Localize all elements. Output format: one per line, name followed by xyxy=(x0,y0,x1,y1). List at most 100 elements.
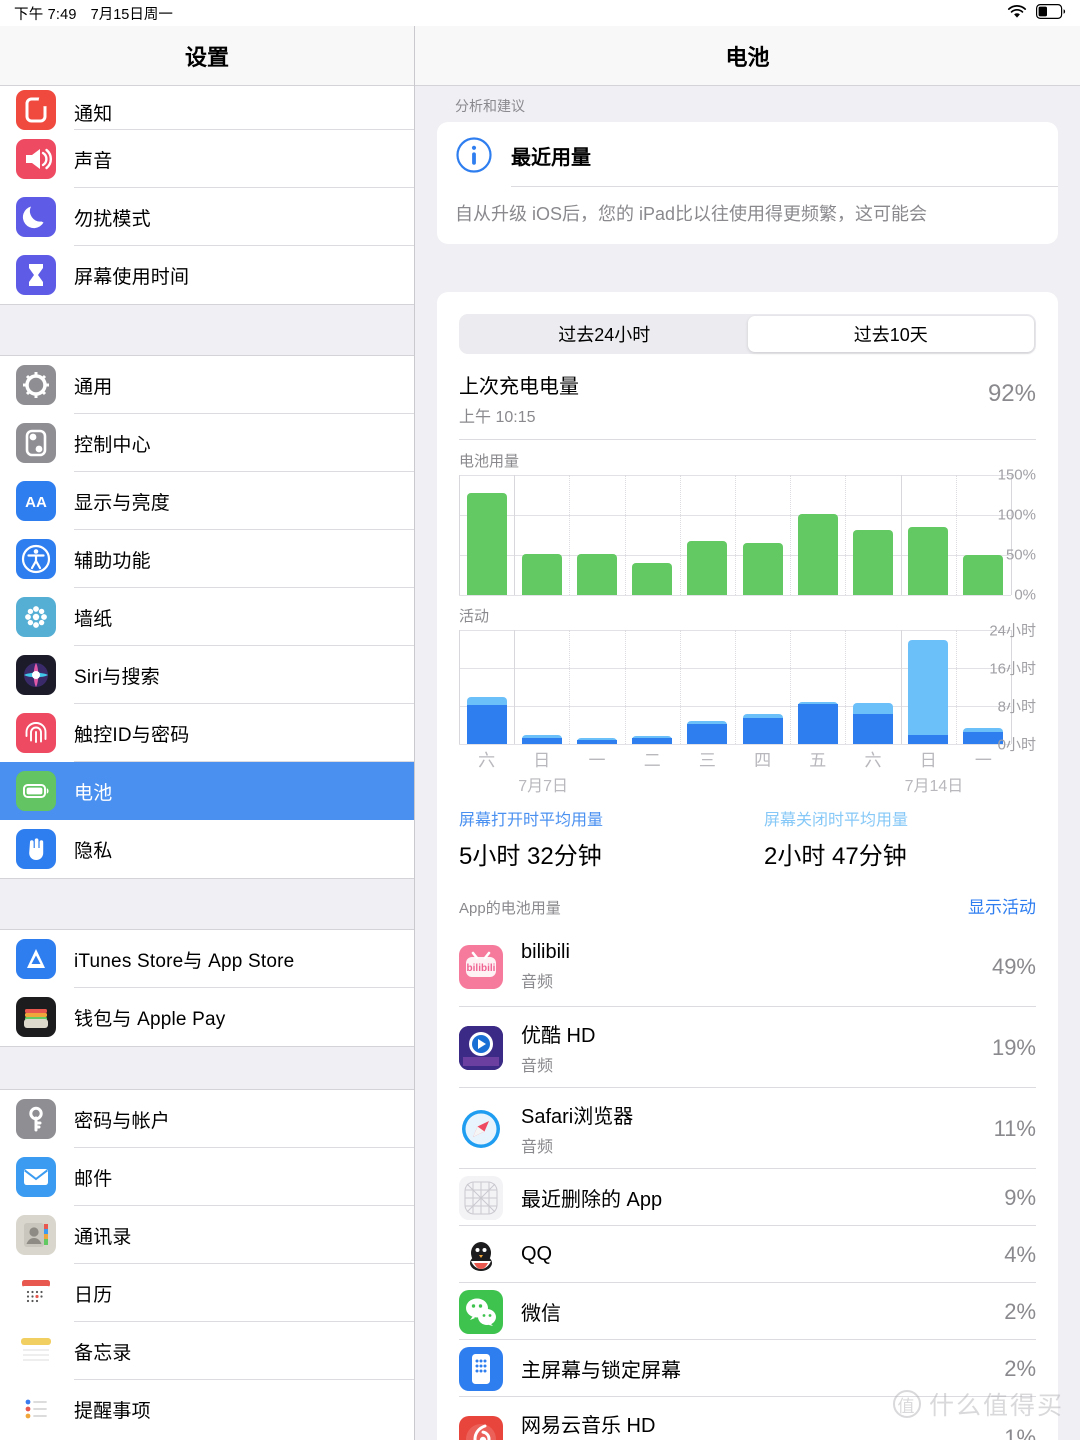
app-battery-percent: 9% xyxy=(1004,1184,1036,1210)
sidebar-title: 设置 xyxy=(0,26,414,86)
last-charge-row: 上次充电电量 上午 10:15 92% xyxy=(437,354,1058,439)
time-range-segmented-control[interactable]: 过去24小时 过去10天 xyxy=(459,314,1036,355)
x-tick-label: 日 xyxy=(919,751,937,771)
app-battery-percent: 19% xyxy=(991,1034,1036,1060)
battery-icon xyxy=(1036,4,1066,22)
battery-detail-pane[interactable]: 电池 分析和建议 最近用量 自从升级 iOS后，您的 iPad比以往使用得更频繁… xyxy=(415,26,1080,1440)
app-usage-row[interactable]: 优酷 HD 音频 19% xyxy=(437,1007,1058,1089)
sidebar-item-passwords-accounts[interactable]: 密码与帐户 xyxy=(0,1090,414,1148)
sidebar-item-wallpaper[interactable]: 墙纸 xyxy=(0,588,414,646)
sidebar-item-contacts[interactable]: 通讯录 xyxy=(0,1206,414,1264)
wifi-icon xyxy=(1007,4,1027,22)
info-circle-icon xyxy=(455,136,493,174)
safari-icon xyxy=(459,1106,503,1151)
average-usage-1: 屏幕关闭时平均用量 2小时 47分钟 xyxy=(764,806,1058,871)
activity-chart-y-axis: 24小时 16小时 8小时 0小时 xyxy=(978,623,1036,754)
sidebar-item-display-brightness[interactable]: AA 显示与亮度 xyxy=(0,472,414,530)
sidebar-item-label: 通用 xyxy=(74,376,113,398)
mail-icon xyxy=(16,1157,56,1197)
deleted-apps-icon xyxy=(459,1175,503,1220)
sidebar-item-touch-id[interactable]: 触控ID与密码 xyxy=(0,704,414,762)
sidebar-item-label: 通知 xyxy=(74,104,113,125)
app-name: 主屏幕与锁定屏幕 xyxy=(521,1360,681,1383)
app-usage-row[interactable]: 主屏幕与锁定屏幕 2% xyxy=(437,1340,1058,1398)
app-usage-list[interactable]: bilibili bilibili 音频 49% 优酷 HD 音频 19% Safari浏览器… xyxy=(437,926,1058,1440)
battery-card[interactable]: 过去24小时 过去10天 上次充电电量 上午 10:15 92% 电池用量 150… xyxy=(437,292,1058,1440)
battery-level-chart[interactable]: 150% 100% 50% 0% xyxy=(459,467,1036,604)
last-charge-title: 上次充电电量 xyxy=(459,376,579,399)
segment-1[interactable]: 过去10天 xyxy=(747,316,1034,353)
netease-music-icon xyxy=(459,1415,503,1440)
vertical-gridline xyxy=(955,630,957,745)
activity-chart[interactable]: 24小时 16小时 8小时 0小时 六 日 一 二 三 四 五 六 日 一 7月7日 7月14日 xyxy=(459,623,1036,800)
y-tick-label: 0% xyxy=(1014,586,1036,604)
app-usage-row[interactable]: 网易云音乐 HD音频、后台活动1% xyxy=(437,1397,1058,1440)
battery-usage-bar xyxy=(853,529,893,596)
activity-screen-on-bar xyxy=(466,704,507,745)
sounds-icon xyxy=(16,139,56,179)
sidebar-item-label: 显示与亮度 xyxy=(74,492,171,514)
activity-screen-on-bar xyxy=(742,717,783,745)
x-tick-label: 一 xyxy=(974,751,992,771)
sidebar-item-reminders[interactable]: 提醒事项 xyxy=(0,1380,414,1438)
y-tick-label: 0小时 xyxy=(997,736,1036,754)
app-name: QQ xyxy=(521,1243,553,1266)
show-activity-button[interactable]: 显示活动 xyxy=(968,893,1036,918)
segment-0[interactable]: 过去24小时 xyxy=(461,316,748,352)
app-name: bilibili xyxy=(521,941,570,964)
sidebar-item-sounds[interactable]: 声音 xyxy=(0,130,414,188)
x-tick-label: 六 xyxy=(864,751,882,771)
screen-time-icon xyxy=(16,255,56,295)
average-value: 5小时 32分钟 xyxy=(459,843,602,871)
sidebar-item-label: 声音 xyxy=(74,150,113,172)
sidebar-item-notes[interactable]: 备忘录 xyxy=(0,1322,414,1380)
sidebar-item-control-center[interactable]: 控制中心 xyxy=(0,414,414,472)
sidebar-item-privacy[interactable]: 隐私 xyxy=(0,820,414,878)
sidebar-item-mail[interactable]: 邮件 xyxy=(0,1148,414,1206)
sidebar-item-label: 提醒事项 xyxy=(74,1400,151,1422)
accessibility-icon xyxy=(16,539,56,579)
activity-screen-on-bar xyxy=(853,714,893,745)
activity-screen-off-bar xyxy=(908,639,949,745)
app-subtitle: 音频 xyxy=(521,1058,554,1076)
sidebar-item-do-not-disturb[interactable]: 勿扰模式 xyxy=(0,188,414,246)
insight-title: 最近用量 xyxy=(511,146,591,169)
sidebar-item-app-store[interactable]: iTunes Store与 App Store xyxy=(0,930,414,988)
sidebar-item-wallet[interactable]: 钱包与 Apple Pay xyxy=(0,988,414,1046)
sidebar-item-label: 备忘录 xyxy=(74,1342,132,1364)
sidebar-item-calendar[interactable]: 日历 xyxy=(0,1264,414,1322)
vertical-gridline xyxy=(790,475,792,596)
sidebar-item-siri[interactable]: Siri与搜索 xyxy=(0,646,414,704)
vertical-gridline xyxy=(845,630,847,745)
last-charge-time: 上午 10:15 xyxy=(459,409,536,427)
app-usage-row[interactable]: 微信 2% xyxy=(437,1283,1058,1341)
app-battery-percent: 2% xyxy=(1004,1355,1036,1381)
sidebar-item-screen-time[interactable]: 屏幕使用时间 xyxy=(0,246,414,304)
average-caption: 屏幕打开时平均用量 xyxy=(459,812,604,830)
x-tick-label: 一 xyxy=(588,751,606,771)
app-usage-row[interactable]: bilibili bilibili 音频 49% xyxy=(437,926,1058,1008)
sidebar-item-label: 辅助功能 xyxy=(74,550,151,572)
app-usage-row[interactable]: 最近删除的 App 9% xyxy=(437,1169,1058,1227)
sidebar-item-battery-settings[interactable]: 电池 xyxy=(0,762,414,820)
svg-text:AA: AA xyxy=(25,494,47,511)
sidebar-item-general[interactable]: 通用 xyxy=(0,356,414,414)
app-usage-row[interactable]: Safari浏览器 音频 11% xyxy=(437,1088,1058,1170)
privacy-icon xyxy=(16,829,56,869)
vertical-gridline xyxy=(679,630,681,745)
settings-sidebar[interactable]: 设置 通知声音勿扰模式 屏幕使用时间通用控制中心 AA 显示与亮度辅助功能墙纸 Siri… xyxy=(0,26,415,1440)
general-icon xyxy=(16,365,56,405)
gridline xyxy=(459,595,1011,597)
battery-usage-bar xyxy=(908,526,949,596)
app-usage-header: App的电池用量 显示活动 xyxy=(437,887,1058,926)
app-usage-row[interactable]: QQ 4% xyxy=(437,1226,1058,1284)
y-tick-label: 100% xyxy=(997,506,1036,524)
y-tick-label: 16小时 xyxy=(989,660,1036,678)
sidebar-list[interactable]: 通知声音勿扰模式 屏幕使用时间通用控制中心 AA 显示与亮度辅助功能墙纸 Siri与搜索… xyxy=(0,86,414,1438)
sidebar-item-notifications[interactable]: 通知 xyxy=(0,86,414,130)
sidebar-item-accessibility[interactable]: 辅助功能 xyxy=(0,530,414,588)
vertical-gridline xyxy=(790,630,792,745)
battery-level-chart-title: 电池用量 xyxy=(459,453,520,471)
x-tick-label: 四 xyxy=(754,751,772,771)
insight-card[interactable]: 最近用量 自从升级 iOS后，您的 iPad比以往使用得更频繁，这可能会 xyxy=(437,122,1058,245)
